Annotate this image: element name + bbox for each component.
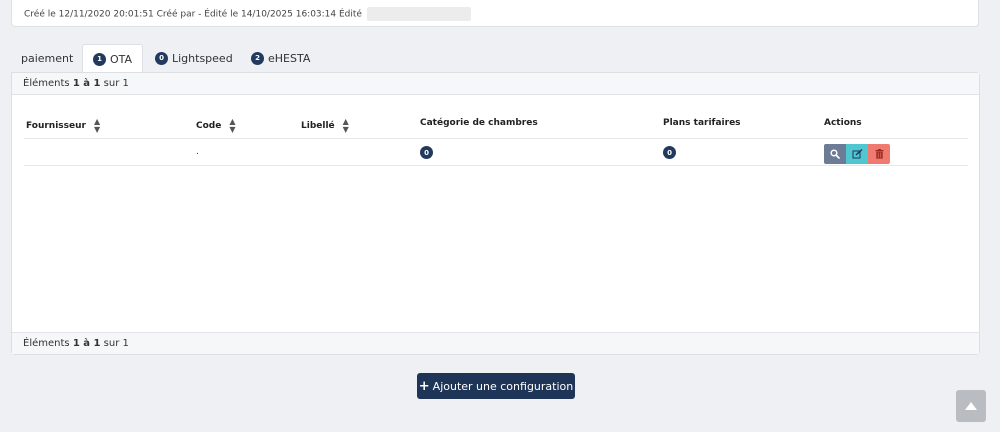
- pagination-suffix: sur 1: [103, 338, 129, 349]
- sort-icon: ▲ ▼: [93, 117, 101, 134]
- col-header-libelle[interactable]: Libellé ▲ ▼: [301, 118, 349, 134]
- sort-icon: ▲ ▼: [342, 117, 349, 134]
- pagination-info-bottom: Éléments 1 à 1 sur 1: [12, 332, 979, 354]
- cell-code: .: [196, 147, 199, 157]
- col-header-label: Fournisseur: [26, 121, 86, 131]
- trash-icon: [875, 149, 883, 159]
- view-button[interactable]: [824, 144, 846, 164]
- row-divider: [24, 165, 968, 166]
- col-header-actions: Actions: [824, 118, 862, 128]
- pagination-info-top: Éléments 1 à 1 sur 1: [12, 73, 979, 95]
- tab-lightspeed[interactable]: 0 Lightspeed: [145, 44, 243, 72]
- tab-ota[interactable]: 1 OTA: [82, 44, 144, 73]
- edit-button[interactable]: [846, 144, 868, 164]
- col-header-label: Catégorie de chambres: [420, 118, 538, 128]
- categorie-count-badge: 0: [420, 146, 433, 159]
- audit-info-text: Créé le 12/11/2020 20:01:51 Créé par - É…: [24, 9, 362, 20]
- tab-label: OTA: [110, 52, 133, 66]
- tab-label: eHESTA: [268, 51, 311, 65]
- edit-icon: [852, 149, 862, 159]
- col-header-code[interactable]: Code ▲ ▼: [196, 118, 236, 134]
- pagination-prefix: Éléments: [23, 78, 70, 89]
- cell-categorie: 0: [420, 146, 433, 159]
- pagination-range: 1 à 1: [72, 78, 101, 89]
- col-header-fournisseur[interactable]: Fournisseur ▲ ▼: [26, 118, 100, 134]
- ota-config-panel: Éléments 1 à 1 sur 1 Fournisseur ▲ ▼ Code…: [11, 72, 980, 355]
- tab-paiement[interactable]: paiement: [11, 44, 83, 72]
- add-configuration-button[interactable]: + Ajouter une configuration: [417, 373, 575, 399]
- chevron-up-icon: [965, 402, 977, 410]
- tab-label: paiement: [21, 51, 74, 65]
- editor-name-redacted: [366, 7, 471, 21]
- plans-count-badge: 0: [663, 146, 676, 159]
- pagination-range: 1 à 1: [72, 338, 101, 349]
- tab-count-badge: 1: [93, 52, 106, 66]
- pagination-prefix: Éléments: [23, 338, 70, 349]
- col-header-label: Actions: [824, 118, 862, 128]
- cell-plans: 0: [663, 146, 676, 159]
- search-icon: [830, 149, 840, 159]
- delete-button[interactable]: [868, 144, 890, 164]
- pagination-suffix: sur 1: [103, 78, 129, 89]
- tab-label: Lightspeed: [172, 51, 233, 65]
- plus-icon: +: [418, 378, 430, 394]
- audit-info-bar: Créé le 12/11/2020 20:01:51 Créé par - É…: [11, 0, 979, 27]
- col-header-categorie: Catégorie de chambres: [420, 118, 538, 128]
- col-header-plans: Plans tarifaires: [663, 118, 741, 128]
- tab-count-badge: 2: [251, 51, 264, 65]
- col-header-label: Libellé: [301, 121, 335, 131]
- tab-count-badge: 0: [155, 51, 168, 65]
- sort-icon: ▲ ▼: [229, 117, 236, 134]
- col-header-label: Code: [196, 121, 222, 131]
- tab-ehesta[interactable]: 2 eHESTA: [241, 44, 320, 72]
- col-header-label: Plans tarifaires: [663, 118, 741, 128]
- scroll-to-top-button[interactable]: [956, 390, 986, 422]
- add-configuration-label: Ajouter une configuration: [432, 379, 574, 393]
- header-divider: [24, 138, 968, 139]
